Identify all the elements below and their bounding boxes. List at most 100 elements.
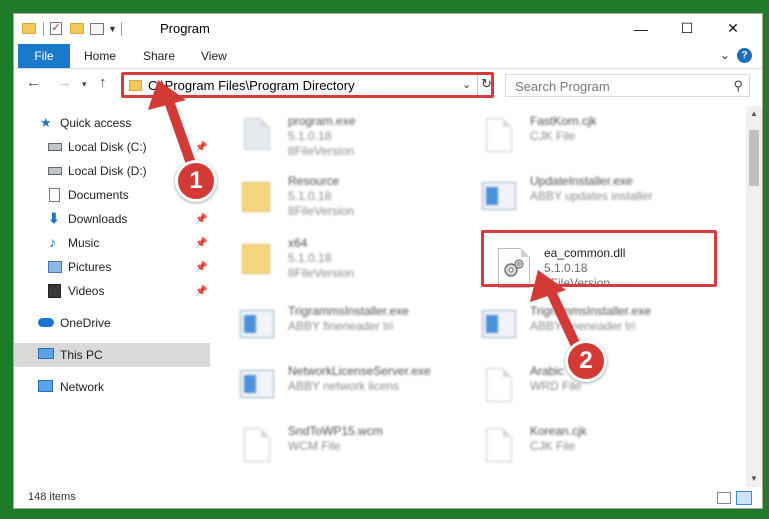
file-detail: 5.1.0.18 [288, 129, 332, 143]
sidebar-item-quick-access[interactable]: ★ Quick access [14, 111, 210, 135]
pin-icon[interactable]: 📌 [195, 262, 207, 273]
file-item[interactable]: Resource 5.1.0.18 8FileVersion [240, 174, 480, 234]
file-detail: WRD File [530, 379, 582, 393]
tab-view[interactable]: View [201, 49, 227, 63]
file-detail: CJK File [530, 439, 576, 453]
search-icon[interactable]: ⚲ [733, 78, 743, 94]
file-name: Arabic [530, 364, 565, 378]
tab-share[interactable]: Share [143, 49, 175, 63]
chevron-down-icon[interactable]: ⌄ [462, 78, 471, 91]
file-item[interactable]: program.exe 5.1.0.18 8FileVersion [240, 114, 480, 174]
minimize-button[interactable]: — [618, 14, 664, 43]
sidebar-item-downloads[interactable]: ⬇ Downloads 📌 [14, 207, 210, 231]
sidebar-item-label: Documents [68, 188, 129, 202]
recent-locations-icon[interactable]: ▾ [82, 79, 87, 90]
sidebar-item-music[interactable]: ♪ Music 📌 [14, 231, 210, 255]
file-detail: WCM File [288, 439, 341, 453]
file-name: program.exe [288, 114, 356, 128]
sidebar-item-label: OneDrive [60, 316, 111, 330]
tiles-view-icon[interactable] [736, 491, 752, 505]
file-item[interactable]: Korean.cjk CJK File [482, 424, 722, 484]
window-title: Program [160, 21, 210, 36]
search-placeholder: Search Program [515, 79, 610, 94]
sidebar-item-label: Quick access [60, 116, 132, 130]
properties-check-icon[interactable]: ✓ [50, 22, 62, 35]
file-name: Korean.cjk [530, 424, 587, 438]
address-path[interactable]: C:\Program Files\Program Directory [148, 78, 355, 93]
back-button[interactable]: ← [26, 74, 41, 91]
forward-button[interactable]: → [57, 74, 72, 91]
file-item[interactable]: SndToWP15.wcm WCM File [240, 424, 480, 484]
status-item-count: 148 items [28, 491, 76, 503]
scroll-thumb[interactable] [749, 130, 759, 186]
search-input[interactable]: Search Program ⚲ [505, 74, 750, 97]
file-detail: CJK File [530, 129, 576, 143]
new-folder-icon[interactable] [70, 23, 84, 34]
installer-icon [240, 366, 276, 408]
folder-icon [240, 238, 276, 280]
chevron-down-icon[interactable]: ▼ [108, 24, 117, 34]
download-icon: ⬇ [48, 210, 60, 226]
pin-icon[interactable]: 📌 [195, 286, 207, 297]
tab-home[interactable]: Home [84, 49, 116, 63]
close-button[interactable]: ✕ [710, 14, 756, 43]
file-item[interactable]: FastKorn.cjk CJK File [482, 114, 722, 174]
file-detail: ABBY network licens [288, 379, 400, 393]
sidebar-item-label: Music [68, 236, 100, 250]
pin-icon[interactable]: 📌 [195, 214, 207, 225]
drive-icon [48, 167, 62, 175]
file-list: program.exe 5.1.0.18 8FileVersion FastKo… [210, 106, 744, 486]
exe-icon [240, 116, 276, 158]
file-item[interactable]: x64 5.1.0.18 8FileVersion [240, 236, 480, 296]
installer-icon [482, 306, 518, 348]
chevron-down-icon[interactable]: ⌄ [720, 48, 730, 62]
file-name: x64 [288, 236, 308, 250]
vertical-scrollbar[interactable]: ▲ ▼ [746, 106, 762, 487]
refresh-icon[interactable]: ↻ [481, 76, 492, 92]
installer-icon [240, 306, 276, 348]
file-detail: ABBY updates installer [530, 189, 653, 203]
sidebar-item-local-disk-c[interactable]: Local Disk (C:) 📌 [14, 135, 210, 159]
sidebar-item-network[interactable]: Network [14, 375, 210, 399]
sidebar-item-label: Videos [68, 284, 105, 298]
sidebar-item-this-pc[interactable]: This PC [14, 343, 210, 367]
scroll-up-icon[interactable]: ▲ [750, 109, 758, 118]
up-button[interactable]: ↑ [99, 74, 107, 91]
sidebar-item-label: Local Disk (C:) [68, 140, 147, 154]
customize-icon[interactable] [90, 23, 104, 35]
folder-icon[interactable] [22, 23, 36, 34]
network-icon [38, 380, 53, 392]
scroll-down-icon[interactable]: ▼ [750, 474, 758, 483]
ribbon-tabs: File Home Share View ⌄ ? [14, 43, 762, 69]
file-name: TrigrammsInstaller.exe [530, 304, 651, 318]
file-detail: 5.1.0.18 [288, 251, 332, 265]
highlight-box [481, 230, 717, 287]
folder-icon [129, 80, 142, 91]
sidebar-item-pictures[interactable]: Pictures 📌 [14, 255, 210, 279]
help-icon[interactable]: ? [737, 48, 752, 63]
tab-file[interactable]: File [18, 44, 70, 68]
document-icon [482, 116, 518, 158]
pictures-icon [48, 261, 62, 273]
sidebar-item-label: Network [60, 380, 105, 394]
file-name: NetworkLicenseServer.exe [288, 364, 431, 378]
document-icon [482, 366, 518, 408]
sidebar-item-videos[interactable]: Videos 📌 [14, 279, 210, 303]
file-item[interactable]: TrigrammsInstaller.exe ABBY fineneader t… [240, 304, 480, 364]
file-item[interactable]: NetworkLicenseServer.exe ABBY network li… [240, 364, 480, 424]
file-detail: 5.1.0.18 [288, 189, 332, 203]
star-icon: ★ [40, 115, 52, 130]
address-bar[interactable]: C:\Program Files\Program Directory ⌄ ↻ [121, 72, 494, 98]
pin-icon[interactable]: 📌 [195, 142, 207, 153]
sidebar-item-onedrive[interactable]: OneDrive [14, 311, 210, 335]
title-bar: ✓ ▼ Program — ☐ ✕ [14, 14, 762, 43]
sidebar-item-label: This PC [60, 348, 103, 362]
pin-icon[interactable]: 📌 [195, 238, 207, 249]
file-name: UpdateInstaller.exe [530, 174, 633, 188]
details-view-icon[interactable] [717, 492, 731, 504]
sidebar-item-label: Pictures [68, 260, 112, 274]
computer-icon [38, 348, 54, 359]
file-item[interactable]: UpdateInstaller.exe ABBY updates install… [482, 174, 722, 234]
maximize-button[interactable]: ☐ [664, 14, 710, 43]
file-name: FastKorn.cjk [530, 114, 597, 128]
